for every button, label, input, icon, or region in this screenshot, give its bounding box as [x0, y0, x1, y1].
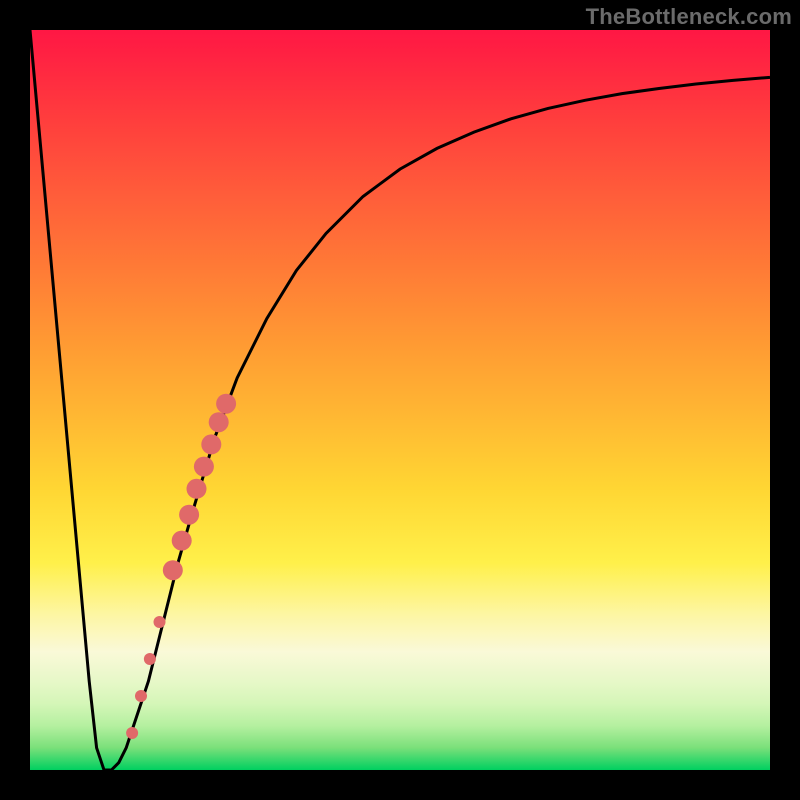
curve-markers	[126, 394, 236, 739]
curve-marker-dot	[154, 616, 166, 628]
curve-path-group	[30, 30, 770, 770]
curve-marker-dot	[126, 727, 138, 739]
bottleneck-curve	[30, 30, 770, 770]
curve-marker-dot	[201, 434, 221, 454]
curve-marker-dot	[179, 505, 199, 525]
curve-marker-dot	[187, 479, 207, 499]
watermark-text: TheBottleneck.com	[586, 4, 792, 30]
curve-marker-dot	[209, 412, 229, 432]
curve-marker-dot	[194, 457, 214, 477]
curve-marker-dot	[216, 394, 236, 414]
curve-marker-dot	[144, 653, 156, 665]
curve-marker-dot	[135, 690, 147, 702]
chart-svg	[30, 30, 770, 770]
chart-container: TheBottleneck.com	[0, 0, 800, 800]
curve-marker-dot	[172, 531, 192, 551]
curve-marker-dot	[163, 560, 183, 580]
